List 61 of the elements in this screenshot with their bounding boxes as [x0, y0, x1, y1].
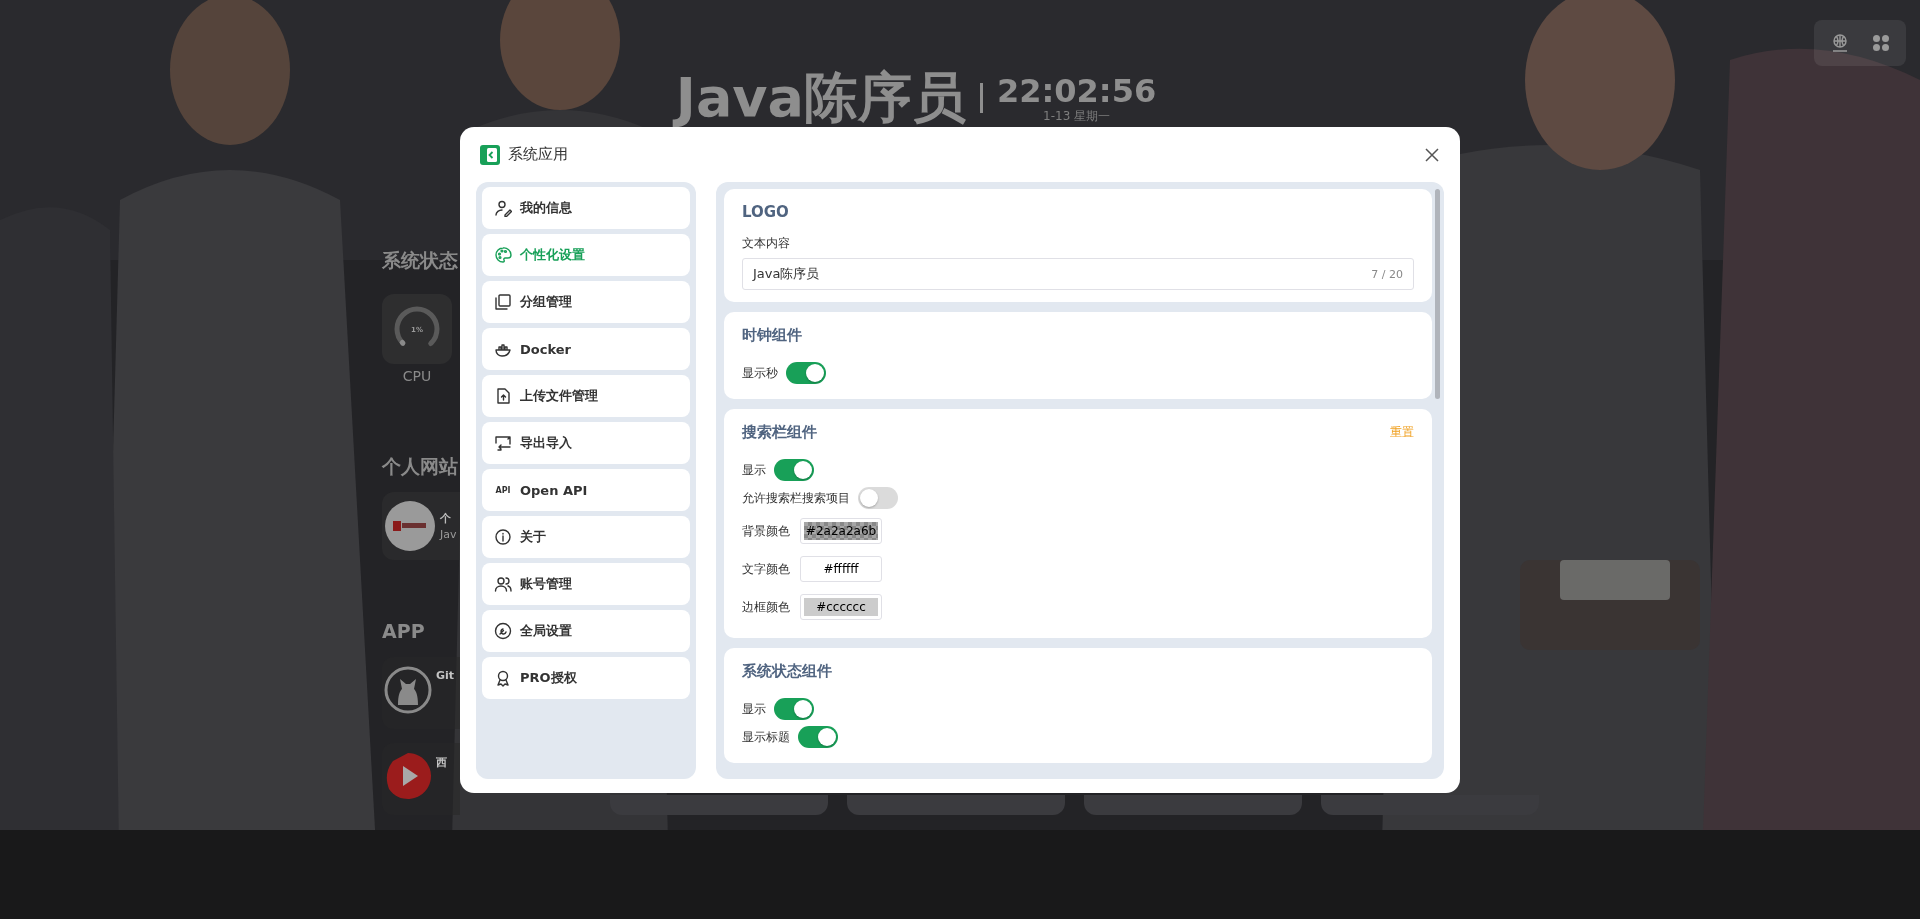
setting-label: 显示: [742, 700, 766, 718]
card-title: 时钟组件: [742, 326, 802, 345]
section-title: 个人网站: [382, 454, 458, 478]
menu-item[interactable]: Docker: [482, 328, 690, 370]
char-count: 7 / 20: [1371, 267, 1403, 281]
card-title: 搜索栏组件: [742, 423, 817, 442]
menu-item[interactable]: 账号管理: [482, 563, 690, 605]
award-icon: [494, 669, 512, 687]
info-icon: [494, 528, 512, 546]
cat-icon: [383, 665, 433, 715]
color-field[interactable]: #2a2a2a6b: [800, 518, 882, 544]
menu-item[interactable]: 关于: [482, 516, 690, 558]
site-url: Jav: [440, 528, 457, 541]
card-title: 系统状态组件: [742, 662, 832, 681]
card-title: LOGO: [742, 203, 789, 221]
toggle-switch[interactable]: [786, 362, 826, 384]
setting-label: 显示标题: [742, 728, 790, 746]
toggle-switch[interactable]: [774, 698, 814, 720]
cpu-label: CPU: [401, 368, 433, 384]
app-card[interactable]: Git: [382, 657, 460, 729]
setting-label: 背景颜色: [742, 522, 790, 540]
site-card[interactable]: 个 Jav: [382, 492, 460, 560]
site-title: 个: [440, 511, 452, 526]
menu-item[interactable]: 导出导入: [482, 422, 690, 464]
setting-label: 显示秒: [742, 364, 778, 382]
color-field[interactable]: #cccccc: [800, 594, 882, 620]
copy-icon: [494, 293, 512, 311]
app-name: 西: [436, 755, 447, 770]
menu-item[interactable]: 我的信息: [482, 187, 690, 229]
toggle-switch[interactable]: [798, 726, 838, 748]
users-icon: [494, 575, 512, 593]
user-edit-icon: [494, 199, 512, 217]
menu-item[interactable]: PRO授权: [482, 657, 690, 699]
setting-label: 显示: [742, 461, 766, 479]
setting-label: 边框颜色: [742, 598, 790, 616]
menu-item[interactable]: 上传文件管理: [482, 375, 690, 417]
clock-date: 1-13 星期一: [1043, 109, 1111, 123]
setting-label: 允许搜索栏搜索项目: [742, 489, 850, 507]
toggle-switch[interactable]: [774, 459, 814, 481]
grid-icon[interactable]: [1872, 34, 1890, 52]
clock-time: 22:02:56: [997, 73, 1157, 109]
section-title: 系统状态: [382, 248, 458, 272]
globe-icon[interactable]: [1830, 33, 1850, 53]
site-logo-icon: [385, 501, 435, 551]
menu-item[interactable]: 全局设置: [482, 610, 690, 652]
color-field[interactable]: #ffffff: [800, 556, 882, 582]
scrollbar[interactable]: [1435, 189, 1440, 399]
app-name: Git: [436, 669, 455, 682]
dialog-title: 系统应用: [508, 145, 568, 164]
field-label: 文本内容: [742, 235, 791, 252]
transfer-icon: [494, 434, 512, 452]
palette-icon: [494, 246, 512, 264]
api-label: API: [494, 485, 512, 495]
section-title: APP: [382, 619, 425, 643]
text-field[interactable]: Java陈序员 7 / 20: [742, 258, 1414, 290]
menu-item[interactable]: API Open API: [482, 469, 690, 511]
setting-label: 文字颜色: [742, 560, 790, 578]
app-logo-icon: [480, 144, 500, 165]
toggle-switch[interactable]: [858, 487, 898, 509]
file-upload-icon: [494, 387, 512, 405]
menu-item[interactable]: 分组管理: [482, 281, 690, 323]
